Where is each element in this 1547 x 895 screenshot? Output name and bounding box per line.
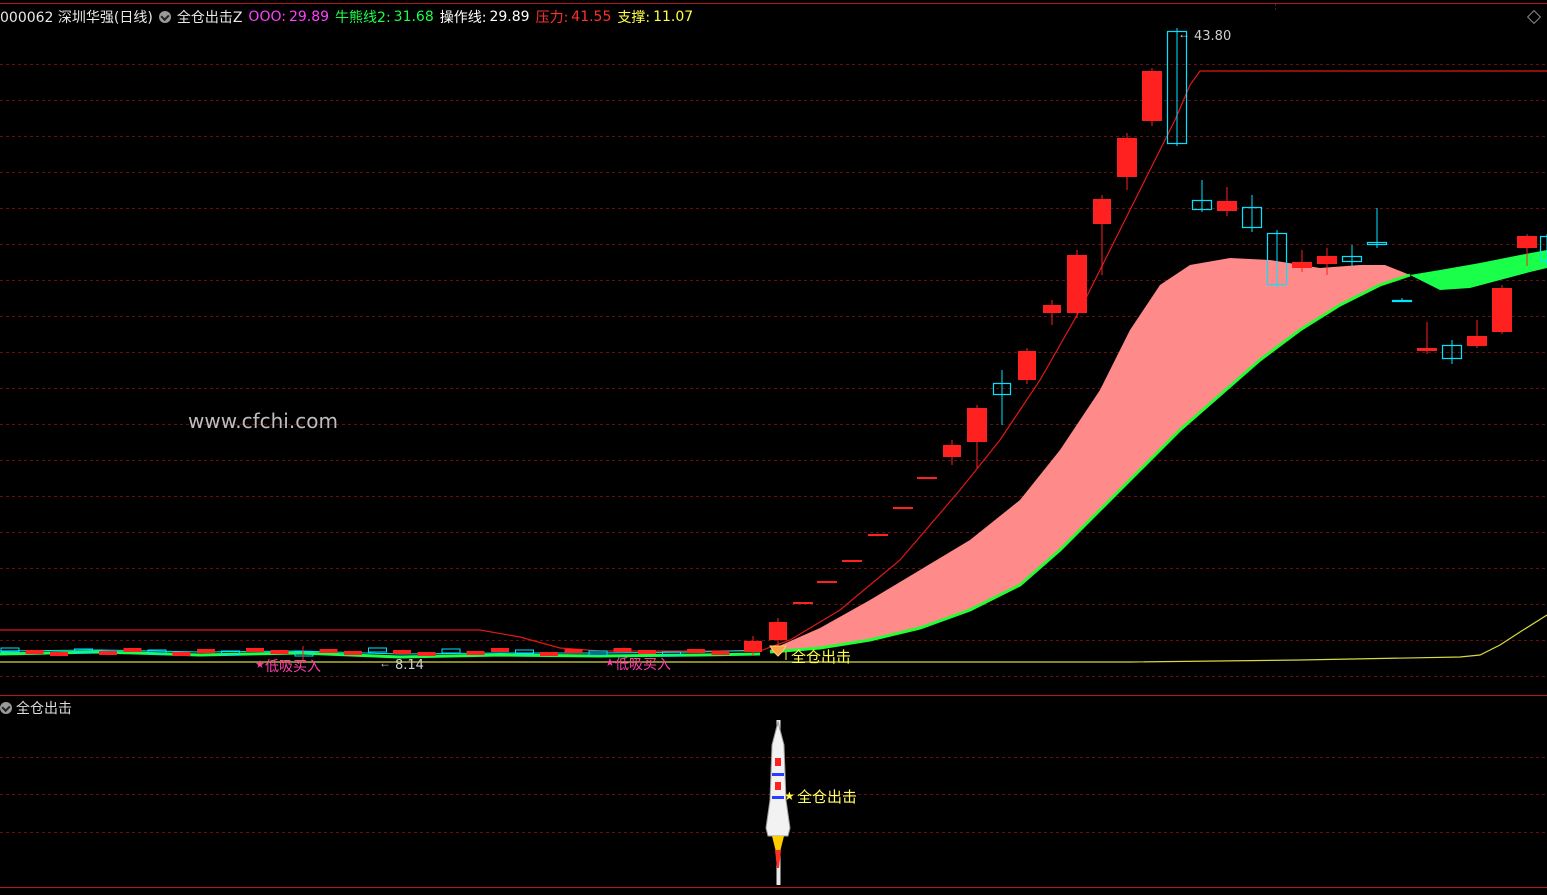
- green-band: [1410, 250, 1547, 290]
- bull-label: 牛熊线2:: [335, 7, 391, 27]
- candle-body: [1292, 262, 1312, 268]
- candle-body: [1517, 236, 1537, 248]
- ooo-label: OOO:: [248, 9, 286, 25]
- rocket-window: [775, 758, 781, 766]
- small-candle: [540, 652, 558, 656]
- candle-body: [1093, 199, 1111, 224]
- buy-signal-1: 低吸买入: [265, 656, 321, 676]
- candle-body: [1393, 301, 1412, 302]
- small-candle: [197, 649, 215, 653]
- chart-canvas[interactable]: ← ← ★ ★ ★: [0, 0, 1547, 891]
- op-value: 29.89: [489, 9, 529, 25]
- check-icon[interactable]: [0, 702, 12, 714]
- candle-body: [1018, 351, 1036, 380]
- small-candle: [344, 651, 362, 655]
- candle-body: [1467, 336, 1487, 346]
- candle-body: [1043, 305, 1061, 313]
- small-candle: [442, 649, 460, 653]
- candle-body: [967, 408, 987, 442]
- small-candle: [246, 648, 264, 652]
- high-arrow: ←: [1178, 27, 1190, 41]
- watermark: www.cfchi.com: [188, 409, 338, 433]
- buy-signal-2: 低吸买入: [615, 654, 671, 674]
- small-candle: [320, 649, 338, 653]
- small-candle: [173, 652, 191, 656]
- press-label: 压力:: [536, 7, 569, 27]
- rocket-window: [775, 782, 781, 790]
- candles: [1, 28, 1547, 660]
- candle-body: [1142, 71, 1162, 121]
- rocket-stripe: [772, 796, 784, 799]
- small-candle: [271, 650, 289, 654]
- check-icon[interactable]: [159, 11, 171, 23]
- small-candle: [467, 651, 485, 655]
- candle-body: [943, 445, 961, 457]
- small-candle: [418, 652, 436, 656]
- cloud-area: [770, 250, 1547, 652]
- candle-body: [1217, 201, 1237, 211]
- star-icon: ★: [784, 789, 795, 803]
- candle-body: [744, 641, 762, 652]
- chart-header: 000062 深圳华强(日线) 全仓出击Z OOO: 29.89 牛熊线2: 3…: [0, 7, 699, 27]
- candle-body: [769, 622, 787, 640]
- small-candle: [369, 648, 387, 652]
- op-label: 操作线:: [440, 7, 487, 27]
- small-candle: [491, 648, 509, 652]
- sub-title-text[interactable]: 全仓出击: [16, 698, 72, 718]
- small-candle: [50, 652, 68, 656]
- rocket-label: 全仓出击: [797, 786, 857, 807]
- rocket-stripe: [772, 773, 784, 776]
- small-candle: [565, 649, 583, 653]
- sub-pane-title: 全仓出击: [0, 698, 72, 718]
- small-candle: [99, 651, 117, 655]
- indicator-lines: [0, 71, 1547, 662]
- small-candle: [614, 648, 632, 652]
- candle-body: [1417, 348, 1437, 351]
- support-label: 支撑:: [617, 7, 650, 27]
- pink-band: [770, 258, 1410, 652]
- star-icon: ★: [605, 656, 615, 669]
- small-candle: [712, 651, 730, 655]
- low-arrow: ←: [379, 656, 391, 670]
- star-icon: ★: [255, 658, 265, 671]
- ooo-value: 29.89: [289, 9, 329, 25]
- press-value: 41.55: [571, 9, 611, 25]
- small-candle: [393, 650, 411, 654]
- bull-value: 31.68: [394, 9, 434, 25]
- small-candle: [26, 650, 44, 654]
- support-value: 11.07: [653, 9, 693, 25]
- chart-window: ← ← ★ ★ ★ 000062 深圳华强(日线) 全仓出击Z OOO: 29.89 …: [0, 0, 1547, 891]
- small-candle: [687, 649, 705, 653]
- rocket-signal: ★: [766, 720, 795, 885]
- full-signal-label: 全仓出击: [791, 646, 851, 667]
- rocket-body: [766, 722, 790, 836]
- candle-body: [1317, 256, 1337, 264]
- pressure-line: [0, 71, 1547, 651]
- low-price-label: 8.14: [395, 658, 424, 673]
- candle-body: [1117, 138, 1137, 177]
- high-price-label: 43.80: [1194, 29, 1231, 44]
- candle-body: [1492, 288, 1512, 332]
- candle-body: [1067, 255, 1087, 313]
- markers: ← ← ★ ★: [255, 27, 1190, 671]
- small-candle: [124, 648, 142, 652]
- indicator-name[interactable]: 全仓出击Z: [177, 7, 243, 27]
- symbol-title[interactable]: 000062 深圳华强(日线): [0, 7, 153, 27]
